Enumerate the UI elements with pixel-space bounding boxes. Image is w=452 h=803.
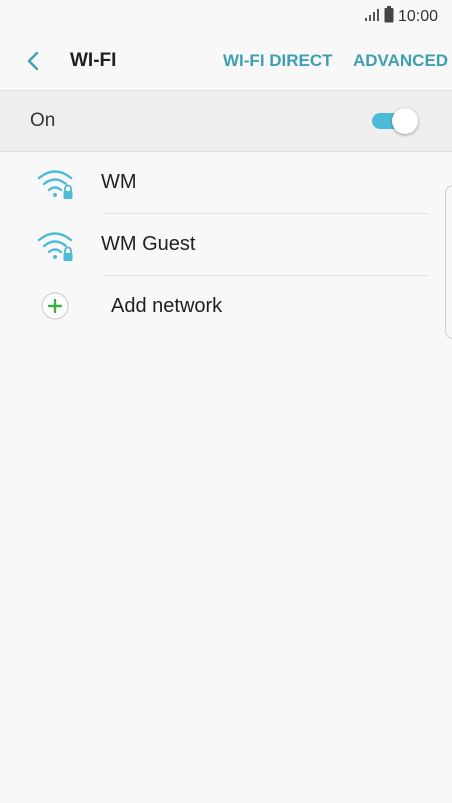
wifi-lock-icon bbox=[36, 166, 76, 202]
wifi-toggle-switch[interactable] bbox=[370, 108, 418, 134]
back-button[interactable] bbox=[22, 49, 46, 73]
app-header: WI-FI WI-FI DIRECT ADVANCED bbox=[0, 32, 452, 90]
signal-icon bbox=[364, 8, 380, 27]
status-indicators: 10:00 bbox=[364, 6, 438, 28]
add-network-label: Add network bbox=[111, 295, 223, 317]
advanced-button[interactable]: ADVANCED bbox=[353, 51, 448, 71]
add-circle-icon bbox=[41, 292, 69, 320]
network-item-wm[interactable]: WM bbox=[0, 152, 445, 214]
wifi-direct-button[interactable]: WI-FI DIRECT bbox=[223, 51, 333, 71]
network-name: WM bbox=[101, 171, 137, 193]
network-item-wm-guest[interactable]: WM Guest bbox=[0, 214, 445, 276]
back-arrow-icon bbox=[27, 51, 39, 71]
network-name: WM Guest bbox=[101, 233, 196, 255]
wifi-lock-icon bbox=[36, 228, 76, 264]
status-bar: 10:00 bbox=[0, 0, 452, 32]
switch-knob bbox=[392, 108, 418, 134]
page-title: WI-FI bbox=[70, 50, 117, 71]
add-network-button[interactable]: Add network bbox=[0, 276, 445, 338]
battery-icon bbox=[384, 6, 394, 28]
wifi-toggle-row[interactable]: On bbox=[0, 91, 452, 151]
wifi-toggle-label: On bbox=[30, 110, 56, 131]
status-time: 10:00 bbox=[397, 8, 438, 25]
scroll-handle[interactable] bbox=[445, 185, 452, 339]
